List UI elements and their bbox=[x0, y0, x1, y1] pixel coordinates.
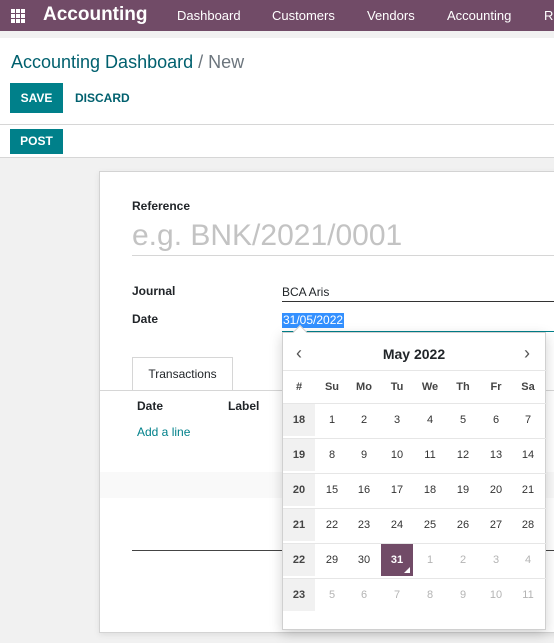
prev-month-icon[interactable]: ‹ bbox=[287, 342, 311, 366]
nav-item-dashboard[interactable]: Dashboard bbox=[177, 8, 241, 23]
calendar-day[interactable]: 2 bbox=[447, 544, 479, 576]
selected-day[interactable]: 31 bbox=[381, 544, 413, 576]
week-number: 20 bbox=[283, 474, 315, 506]
journal-field[interactable]: BCA Aris bbox=[282, 285, 554, 302]
top-navbar: Accounting Dashboard Customers Vendors A… bbox=[0, 0, 554, 31]
datepicker-week-row: 22 29 30 31 1 2 3 4 bbox=[283, 543, 547, 576]
calendar-day[interactable]: 9 bbox=[447, 579, 479, 611]
discard-button[interactable]: DISCARD bbox=[75, 83, 130, 113]
calendar-day[interactable]: 22 bbox=[316, 509, 348, 541]
tab-transactions[interactable]: Transactions bbox=[132, 357, 233, 391]
calendar-day[interactable]: 26 bbox=[447, 509, 479, 541]
calendar-day[interactable]: 4 bbox=[414, 404, 446, 436]
calendar-day[interactable]: 23 bbox=[348, 509, 380, 541]
calendar-day[interactable]: 14 bbox=[512, 439, 544, 471]
calendar-day[interactable]: 2 bbox=[348, 404, 380, 436]
datepicker-week-row: 19 8 9 10 11 12 13 14 bbox=[283, 438, 547, 471]
nav-item-accounting[interactable]: Accounting bbox=[447, 8, 511, 23]
weekday-label: Th bbox=[456, 381, 470, 393]
calendar-day[interactable]: 11 bbox=[512, 579, 544, 611]
calendar-day[interactable]: 5 bbox=[447, 404, 479, 436]
week-number: 18 bbox=[283, 404, 315, 436]
calendar-day[interactable]: 3 bbox=[381, 404, 413, 436]
calendar-day[interactable]: 6 bbox=[348, 579, 380, 611]
calendar-day[interactable]: 8 bbox=[414, 579, 446, 611]
calendar-day[interactable]: 9 bbox=[348, 439, 380, 471]
calendar-day[interactable]: 13 bbox=[480, 439, 512, 471]
datepicker-week-row: 23 5 6 7 8 9 10 11 bbox=[283, 578, 547, 611]
reference-input[interactable]: e.g. BNK/2021/0001 bbox=[132, 219, 554, 256]
datepicker-week-row: 20 15 16 17 18 19 20 21 bbox=[283, 473, 547, 506]
calendar-day[interactable]: 25 bbox=[414, 509, 446, 541]
date-label: Date bbox=[132, 312, 159, 326]
calendar-day[interactable]: 7 bbox=[381, 579, 413, 611]
calendar-day[interactable]: 24 bbox=[381, 509, 413, 541]
calendar-day[interactable]: 17 bbox=[381, 474, 413, 506]
weekday-label: Sa bbox=[521, 381, 535, 393]
calendar-day[interactable]: 5 bbox=[316, 579, 348, 611]
calendar-day[interactable]: 19 bbox=[447, 474, 479, 506]
calendar-day[interactable]: 20 bbox=[480, 474, 512, 506]
date-field-value: 31/05/2022 bbox=[282, 313, 345, 328]
post-button[interactable]: POST bbox=[10, 129, 63, 154]
status-bar: POST bbox=[0, 125, 554, 158]
calendar-day[interactable]: 29 bbox=[316, 544, 348, 576]
calendar-day[interactable]: 11 bbox=[414, 439, 446, 471]
calendar-day[interactable]: 16 bbox=[348, 474, 380, 506]
calendar-day[interactable]: 18 bbox=[414, 474, 446, 506]
breadcrumb-current: New bbox=[208, 52, 245, 72]
week-number: 19 bbox=[283, 439, 315, 471]
reference-label: Reference bbox=[132, 199, 191, 213]
datepicker-week-row: 21 22 23 24 25 26 27 28 bbox=[283, 508, 547, 541]
datepicker-popup: ‹ May 2022 › # Su Mo Tu We Th Fr Sa 18 1 2 3 4 5 6 7 19 8… bbox=[282, 324, 547, 630]
calendar-day[interactable]: 6 bbox=[480, 404, 512, 436]
weekday-label: Tu bbox=[390, 381, 404, 393]
weekday-label: We bbox=[421, 381, 439, 393]
calendar-day[interactable]: 30 bbox=[348, 544, 380, 576]
breadcrumb-parent-link[interactable]: Accounting Dashboard bbox=[11, 52, 193, 72]
save-button[interactable]: SAVE bbox=[10, 83, 63, 113]
calendar-day[interactable]: 1 bbox=[414, 544, 446, 576]
calendar-day[interactable]: 4 bbox=[512, 544, 544, 576]
apps-menu-icon[interactable] bbox=[11, 9, 25, 23]
calendar-day[interactable]: 10 bbox=[480, 579, 512, 611]
datepicker-month-title[interactable]: May 2022 bbox=[343, 346, 485, 362]
calendar-day[interactable]: 27 bbox=[480, 509, 512, 541]
calendar-day[interactable]: 21 bbox=[512, 474, 544, 506]
week-number: 21 bbox=[283, 509, 315, 541]
weekday-label: Su bbox=[324, 381, 340, 393]
calendar-day[interactable]: 15 bbox=[316, 474, 348, 506]
weekday-label: Fr bbox=[490, 381, 502, 393]
nav-item-reporting[interactable]: R bbox=[544, 8, 553, 23]
column-header-label[interactable]: Label bbox=[228, 399, 259, 413]
datepicker-week-row: 18 1 2 3 4 5 6 7 bbox=[283, 403, 547, 436]
calendar-day[interactable]: 10 bbox=[381, 439, 413, 471]
calendar-day[interactable]: 1 bbox=[316, 404, 348, 436]
calendar-day[interactable]: 8 bbox=[316, 439, 348, 471]
control-panel: Accounting Dashboard / New SAVE DISCARD bbox=[0, 38, 554, 125]
next-month-icon[interactable]: › bbox=[515, 342, 539, 366]
app-brand[interactable]: Accounting bbox=[43, 3, 148, 27]
calendar-day[interactable]: 12 bbox=[447, 439, 479, 471]
journal-label: Journal bbox=[132, 284, 176, 298]
calendar-day[interactable]: 28 bbox=[512, 509, 544, 541]
nav-item-vendors[interactable]: Vendors bbox=[367, 8, 415, 23]
week-number: 22 bbox=[283, 544, 315, 576]
weekday-label: Mo bbox=[356, 381, 372, 393]
nav-item-customers[interactable]: Customers bbox=[272, 8, 335, 23]
breadcrumb-separator: / bbox=[198, 52, 204, 72]
column-header-date[interactable]: Date bbox=[137, 399, 163, 413]
datepicker-weekday-header: # Su Mo Tu We Th Fr Sa bbox=[283, 370, 547, 403]
weekday-label: # bbox=[295, 381, 303, 393]
add-line-link[interactable]: Add a line bbox=[137, 425, 190, 439]
breadcrumb: Accounting Dashboard / New bbox=[11, 52, 244, 72]
week-number: 23 bbox=[283, 579, 315, 611]
calendar-day[interactable]: 3 bbox=[480, 544, 512, 576]
calendar-day[interactable]: 7 bbox=[512, 404, 544, 436]
date-field[interactable]: 31/05/2022 bbox=[282, 312, 554, 332]
